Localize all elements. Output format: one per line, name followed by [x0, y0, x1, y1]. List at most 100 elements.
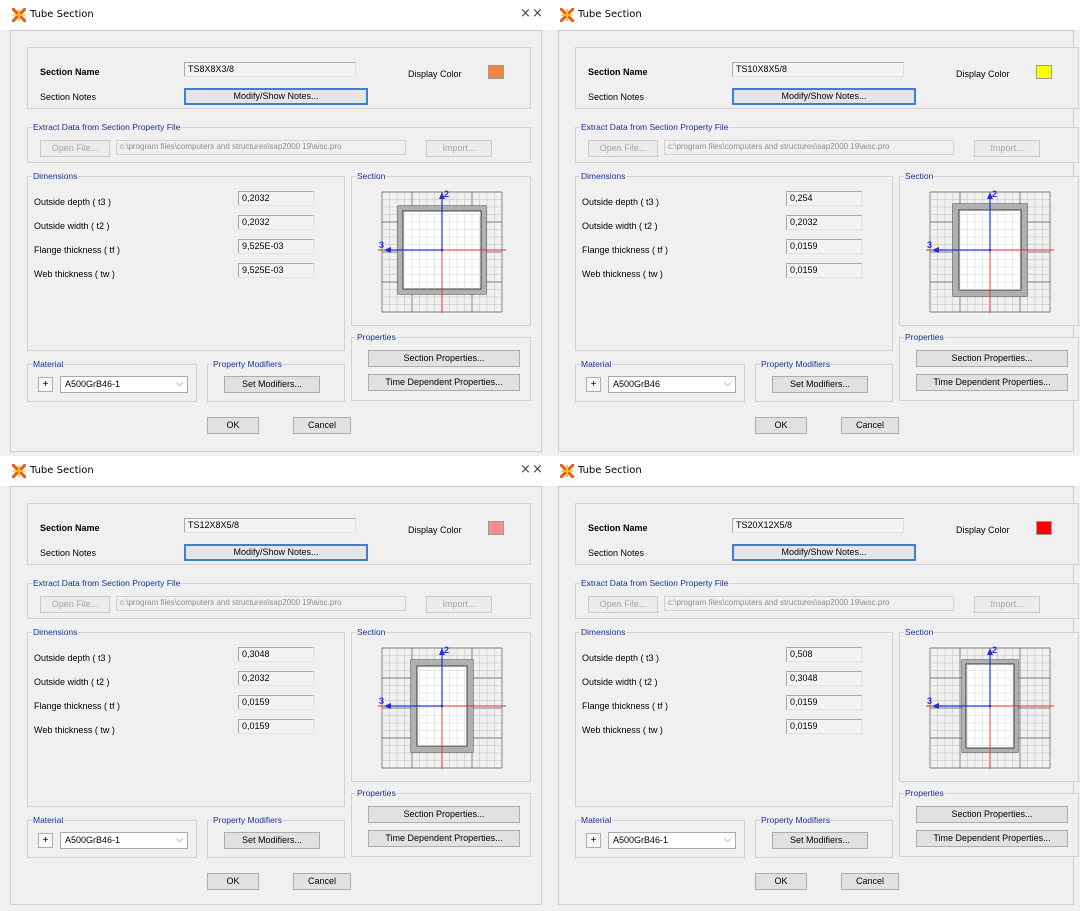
section-name-input[interactable]: TS8X8X3/8 — [184, 62, 356, 77]
close-icon[interactable]: × — [520, 6, 531, 21]
dialog-body: Section Name TS20X12X5/8 Display Color S… — [558, 486, 1079, 905]
section-name-input[interactable]: TS10X8X5/8 — [732, 62, 904, 77]
material-group: Material + A500GrB46-1 ⌵ — [575, 815, 745, 858]
open-file-button[interactable]: Open File... — [588, 140, 658, 157]
web-thickness-label: Web thickness ( tw ) — [582, 725, 663, 735]
add-material-button[interactable]: + — [586, 833, 601, 848]
set-modifiers-button[interactable]: Set Modifiers... — [224, 832, 320, 849]
flange-thickness-input[interactable]: 9,525E-03 — [238, 239, 314, 254]
web-thickness-input[interactable]: 0,0159 — [786, 719, 862, 734]
section-drawing: 2 3 — [926, 645, 1054, 769]
import-button[interactable]: Import... — [974, 140, 1040, 157]
close-icon[interactable]: × — [532, 462, 543, 477]
property-modifiers-legend: Property Modifiers — [212, 359, 283, 369]
section-notes-label: Section Notes — [588, 548, 645, 558]
outside-width-input[interactable]: 0,3048 — [786, 671, 862, 686]
time-dependent-properties-button[interactable]: Time Dependent Properties... — [368, 830, 520, 847]
outside-width-input[interactable]: 0,2032 — [238, 215, 314, 230]
time-dependent-properties-button[interactable]: Time Dependent Properties... — [916, 374, 1068, 391]
import-button[interactable]: Import... — [426, 140, 492, 157]
close-icon[interactable]: × — [520, 462, 531, 477]
section-notes-label: Section Notes — [588, 92, 645, 102]
flange-thickness-input[interactable]: 0,0159 — [238, 695, 314, 710]
title-bar[interactable]: Tube Section × — [0, 0, 548, 30]
web-thickness-input[interactable]: 0,0159 — [786, 263, 862, 278]
open-file-button[interactable]: Open File... — [588, 596, 658, 613]
display-color-swatch[interactable] — [488, 521, 504, 535]
display-color-swatch[interactable] — [1036, 65, 1052, 79]
section-centroid — [988, 704, 992, 708]
time-dependent-properties-button[interactable]: Time Dependent Properties... — [368, 374, 520, 391]
material-dropdown[interactable]: A500GrB46-1 ⌵ — [608, 832, 736, 849]
material-dropdown[interactable]: A500GrB46-1 ⌵ — [60, 832, 188, 849]
outside-width-label: Outside width ( t2 ) — [34, 677, 110, 687]
time-dependent-properties-button[interactable]: Time Dependent Properties... — [916, 830, 1068, 847]
section-properties-button[interactable]: Section Properties... — [368, 350, 520, 367]
axis-3-label: 3 — [927, 240, 932, 250]
outside-depth-input[interactable]: 0,3048 — [238, 647, 314, 662]
section-properties-button[interactable]: Section Properties... — [368, 806, 520, 823]
web-thickness-input[interactable]: 0,0159 — [238, 719, 314, 734]
add-material-button[interactable]: + — [38, 833, 53, 848]
title-bar[interactable]: Tube Section × — [0, 456, 548, 486]
section-drawing: 2 3 — [926, 189, 1054, 313]
close-icon[interactable]: × — [532, 6, 543, 21]
cancel-button[interactable]: Cancel — [293, 417, 351, 434]
axis-2-label: 2 — [444, 645, 449, 655]
section-header-panel: Section Name TS8X8X3/8 Display Color Sec… — [27, 47, 531, 109]
chevron-down-icon: ⌵ — [724, 378, 731, 388]
material-dropdown[interactable]: A500GrB46 ⌵ — [608, 376, 736, 393]
property-file-path-field: c:\program files\computers and structure… — [116, 596, 406, 611]
title-bar[interactable]: Tube Section × — [520, 456, 1080, 486]
property-modifiers-group: Property Modifiers Set Modifiers... — [207, 815, 345, 858]
display-color-swatch[interactable] — [488, 65, 504, 79]
web-thickness-input[interactable]: 9,525E-03 — [238, 263, 314, 278]
property-modifiers-legend: Property Modifiers — [760, 359, 831, 369]
window-title: Tube Section — [578, 465, 642, 476]
display-color-swatch[interactable] — [1036, 521, 1052, 535]
dimensions-group: Dimensions Outside depth ( t3 ) 0,2032 O… — [27, 171, 345, 351]
properties-group: Properties Section Properties... Time De… — [899, 332, 1079, 401]
import-button[interactable]: Import... — [974, 596, 1040, 613]
ok-button[interactable]: OK — [755, 417, 807, 434]
outside-width-input[interactable]: 0,2032 — [786, 215, 862, 230]
outside-depth-input[interactable]: 0,508 — [786, 647, 862, 662]
outside-depth-input[interactable]: 0,254 — [786, 191, 862, 206]
open-file-button[interactable]: Open File... — [40, 596, 110, 613]
title-bar[interactable]: Tube Section × — [520, 0, 1080, 30]
flange-thickness-input[interactable]: 0,0159 — [786, 695, 862, 710]
ok-button[interactable]: OK — [755, 873, 807, 890]
modify-show-notes-button[interactable]: Modify/Show Notes... — [732, 544, 916, 561]
section-name-input[interactable]: TS12X8X5/8 — [184, 518, 356, 533]
modify-show-notes-button[interactable]: Modify/Show Notes... — [184, 544, 368, 561]
add-material-button[interactable]: + — [38, 377, 53, 392]
section-name-input[interactable]: TS20X12X5/8 — [732, 518, 904, 533]
ok-button[interactable]: OK — [207, 417, 259, 434]
set-modifiers-button[interactable]: Set Modifiers... — [772, 376, 868, 393]
section-properties-button[interactable]: Section Properties... — [916, 806, 1068, 823]
ok-button[interactable]: OK — [207, 873, 259, 890]
cancel-button[interactable]: Cancel — [841, 873, 899, 890]
axis-3-label: 3 — [927, 696, 932, 706]
outside-width-input[interactable]: 0,2032 — [238, 671, 314, 686]
property-file-path-field: c:\program files\computers and structure… — [116, 140, 406, 155]
display-color-label: Display Color — [956, 525, 1010, 535]
material-dropdown[interactable]: A500GrB46-1 ⌵ — [60, 376, 188, 393]
modify-show-notes-button[interactable]: Modify/Show Notes... — [184, 88, 368, 105]
modify-show-notes-button[interactable]: Modify/Show Notes... — [732, 88, 916, 105]
open-file-button[interactable]: Open File... — [40, 140, 110, 157]
import-button[interactable]: Import... — [426, 596, 492, 613]
flange-thickness-input[interactable]: 0,0159 — [786, 239, 862, 254]
section-centroid — [988, 248, 992, 252]
set-modifiers-button[interactable]: Set Modifiers... — [224, 376, 320, 393]
cancel-button[interactable]: Cancel — [841, 417, 899, 434]
add-material-button[interactable]: + — [586, 377, 601, 392]
set-modifiers-button[interactable]: Set Modifiers... — [772, 832, 868, 849]
outside-depth-input[interactable]: 0,2032 — [238, 191, 314, 206]
cancel-button[interactable]: Cancel — [293, 873, 351, 890]
section-header-panel: Section Name TS12X8X5/8 Display Color Se… — [27, 503, 531, 565]
chevron-down-icon: ⌵ — [724, 834, 731, 844]
section-properties-button[interactable]: Section Properties... — [916, 350, 1068, 367]
section-preview-group: Section 2 3 — [351, 171, 531, 326]
properties-group: Properties Section Properties... Time De… — [351, 788, 531, 857]
